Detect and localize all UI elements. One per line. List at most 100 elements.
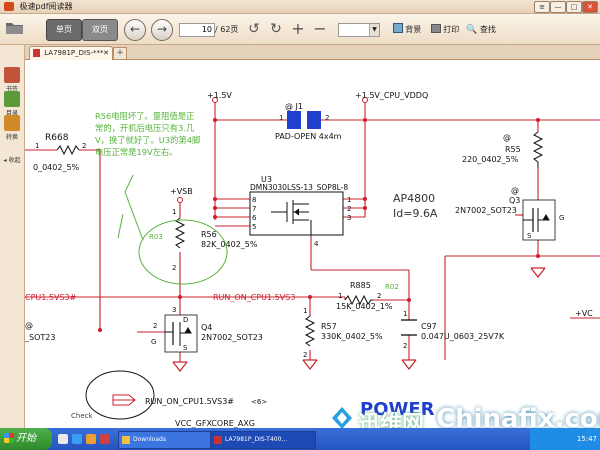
r56-value: 82K_0402_5% [201,240,258,249]
rotate-right-icon[interactable]: ↻ [268,20,284,38]
maximize-button[interactable]: □ [566,1,582,13]
taskbar-item-label: LA7981P_DIS-T400... [225,436,288,443]
u3-pin-1: 1 [347,196,351,204]
resistor-r57[interactable]: 1 2 R57 330K_0402_5% [303,307,383,359]
double-page-button[interactable]: 双页 [82,19,118,41]
taskbar-item-downloads[interactable]: Downloads [118,431,220,449]
q4-part: 2N7002_SOT23 [201,333,263,342]
start-button[interactable]: 开始 [0,428,52,450]
media-icon[interactable] [86,434,96,444]
r57-pin2: 2 [303,351,307,359]
c97-ref: C97 [421,322,437,331]
ie-icon[interactable] [72,434,82,444]
ap-id: Id=9.6A [393,207,438,220]
single-page-label: 单页 [56,25,72,34]
net-cpu-left: CPU1.5VS3# [25,293,77,302]
resistor-r55[interactable]: @ R55 220_0402_5% [462,131,544,168]
q3-part: 2N7002_SOT23 [455,206,517,215]
ground-symbol-q3 [530,267,546,278]
q4-s: S [183,344,188,352]
c97-pin2: 2 [403,342,407,350]
handwritten-annotation: R56电阻坏了。量阻值是正常的，开机后电压只有3.几V，换了就好了。U3的第4脚… [95,111,201,157]
offpage-page: <6> [251,398,267,406]
folder-icon [122,436,130,444]
printer-icon [430,24,441,33]
tab-document[interactable]: LA7981P_DIS-*** ✕ [29,46,113,60]
handwritten-check: Check [71,412,93,420]
u3-pin-7: 7 [252,205,256,213]
minimize-button[interactable]: — [550,1,566,13]
label-vcc-gfx: VCC_GFXCORE_AXG [175,419,255,428]
r56-pin2: 2 [172,264,176,272]
offpage-connector[interactable]: RUN_ON_CPU1.5VS3# <6> [112,394,267,406]
print-button[interactable]: 打印 [428,19,462,41]
taskbar-item-pdf[interactable]: LA7981P_DIS-T400... [210,431,316,449]
u3-pin-2: 2 [347,205,351,213]
document-viewport[interactable]: R668 0_0402_5% 1 2 @ J1 1 2 PAD-OPEN 4x4… [25,60,600,428]
bookmark-icon [4,67,20,83]
c97-pin1: 1 [403,310,407,318]
taskbar-item-label: Downloads [133,436,166,443]
handwritten-r02: R02 [385,283,399,291]
transistor-q4[interactable]: D S G 3 2 Q4 2N7002_SOT23 [151,306,263,353]
r885-value: 15K_0402_1% [336,302,393,311]
j1-ref: @ J1 [285,102,303,111]
page-number-input[interactable] [179,23,215,37]
r668-pin1: 1 [35,142,39,150]
show-desktop-icon[interactable] [58,434,68,444]
print-label: 打印 [443,25,460,34]
sidebar-item-label: 转换 [5,134,18,141]
q3-at: @ [511,186,519,195]
j1-pin1: 1 [279,114,283,122]
arrow-left-icon: ← [129,22,141,36]
u3-pin-8: 8 [252,196,256,204]
tab-strip: LA7981P_DIS-*** ✕ + [25,45,600,60]
jumper-j1[interactable]: @ J1 1 2 PAD-OPEN 4x4m [275,102,342,141]
sidebar: 书签 目录 转换 ◂ 收起 [0,45,25,428]
prev-page-button[interactable]: ← [124,19,146,41]
u3-pin-4: 4 [314,240,319,248]
net-run-on: RUN_ON_CPU1.5VS3 [213,293,295,302]
search-icon: 🔍 [466,25,478,35]
ground-symbol-r57 [302,359,318,370]
sidebar-item-toc[interactable]: 目录 [2,91,22,117]
app-logo-icon [4,2,14,11]
toc-icon [4,91,20,107]
single-page-button[interactable]: 单页 [46,19,82,41]
pdf-file-icon [33,49,40,57]
resistor-r885[interactable]: R885 15K_0402_1% 1 2 R02 [336,281,399,311]
zoom-in-icon[interactable]: + [290,20,306,38]
ground-symbol-q4 [172,361,188,372]
sidebar-item-convert[interactable]: 转换 [2,115,22,141]
open-folder-icon[interactable] [4,20,26,38]
background-button[interactable]: 背景 [388,19,426,41]
q3-s: S [527,232,532,240]
app-quicklaunch-icon[interactable] [100,434,110,444]
r57-pin1: 1 [303,307,307,315]
menu-button[interactable]: ≡ [534,1,550,13]
transistor-q3[interactable]: @ Q3 2N7002_SOT23 G S [455,186,564,241]
label-vsb: +VSB [170,187,193,196]
new-tab-button[interactable]: + [113,47,127,60]
mosfet-u3[interactable]: U3 DMN3030LSS-13_SOP8L-8 8 7 6 5 1 2 3 4 [249,175,351,248]
search-button[interactable]: 🔍 查找 [464,19,498,41]
q4-pin3: 3 [172,306,176,314]
sidebar-item-bookmarks[interactable]: 书签 [2,67,22,93]
handwritten-r03: R03 [149,233,163,241]
ap-part: AP4800 [393,192,435,205]
close-tab-icon[interactable]: ✕ [103,47,109,60]
left-at: @ [25,321,33,330]
label-p1-5v-cpu: +1.5V_CPU_VDDQ [355,91,428,100]
r668-ref: R668 [45,133,69,143]
r668-pin2: 2 [82,142,86,150]
close-button[interactable]: ✕ [582,1,598,13]
resistor-r668[interactable]: R668 0_0402_5% 1 2 [33,133,86,172]
rotate-left-icon[interactable]: ↺ [246,20,262,38]
sidebar-collapse-button[interactable]: ◂ 收起 [2,155,22,164]
next-page-button[interactable]: → [151,19,173,41]
zoom-out-icon[interactable]: − [312,20,328,38]
capacitor-c97[interactable]: 1 2 C97 0.047U_0603_25V7K [401,310,505,350]
clock[interactable]: 15:47 [577,435,597,443]
zoom-select[interactable]: ▼ [338,23,380,37]
r885-ref: R885 [350,281,371,290]
